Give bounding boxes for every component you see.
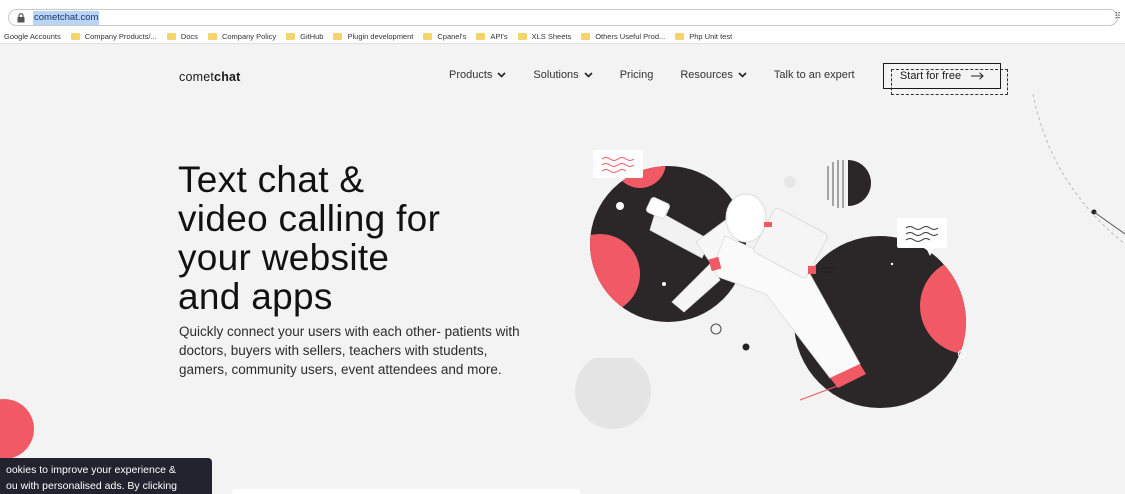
nav-resources[interactable]: Resources [680, 69, 747, 81]
bookmark-item[interactable]: Others Useful Prod... [581, 32, 665, 41]
main-nav: Products Solutions Pricing Resources Tal… [449, 69, 855, 81]
cookie-banner: ookies to improve your experience & ou w… [0, 458, 212, 494]
nav-solutions[interactable]: Solutions [533, 69, 593, 81]
folder-icon [423, 33, 433, 40]
web-page: cometchat Products Solutions Pricing Res… [0, 44, 1125, 494]
decorative-curve [1032, 94, 1125, 245]
decorative-grey-circle [575, 358, 651, 429]
folder-icon [581, 33, 591, 40]
chevron-down-icon [497, 72, 506, 78]
nav-pricing[interactable]: Pricing [620, 69, 654, 81]
lock-icon [17, 13, 25, 23]
bookmarks-bar: Google Accounts Company Products/... Doc… [4, 30, 742, 43]
folder-icon [70, 33, 80, 40]
decorative-red-blob [0, 399, 34, 459]
bookmark-item[interactable]: Php Unit test [675, 32, 732, 41]
bookmark-item[interactable]: Google Accounts [4, 32, 61, 41]
arrow-right-icon [971, 72, 984, 80]
folder-icon [476, 33, 486, 40]
browser-chrome: cometchat.com ⠿ Google Accounts Company … [0, 0, 1125, 44]
bottom-card-edge [232, 489, 580, 494]
address-bar[interactable]: cometchat.com ⠿ [8, 9, 1121, 26]
folder-icon [517, 33, 527, 40]
url-text[interactable]: cometchat.com [33, 11, 100, 25]
bookmark-item[interactable]: Docs [166, 32, 198, 41]
bookmark-item[interactable]: XLS Sheets [517, 32, 571, 41]
bookmark-item[interactable]: GitHub [286, 32, 323, 41]
folder-icon [166, 33, 176, 40]
bookmark-item[interactable]: Cpanel's [423, 32, 466, 41]
nav-products[interactable]: Products [449, 69, 506, 81]
start-for-free-button[interactable]: Start for free [883, 63, 1001, 89]
folder-icon [675, 33, 685, 40]
bookmark-item[interactable]: Company Policy [207, 32, 276, 41]
chevron-down-icon [584, 72, 593, 78]
bookmark-item[interactable]: Company Products/... [70, 32, 157, 41]
folder-icon [207, 33, 217, 40]
chevron-down-icon [738, 72, 747, 78]
hero-headline: Text chat & video calling for your websi… [178, 159, 441, 317]
hero-subtext: Quickly connect your users with each oth… [179, 324, 520, 377]
bookmark-item[interactable]: Plugin development [333, 32, 413, 41]
extension-icon[interactable]: ⠿ [1114, 12, 1121, 22]
folder-icon [333, 33, 343, 40]
nav-talk-to-expert[interactable]: Talk to an expert [774, 69, 855, 81]
bookmark-item[interactable]: API's [476, 32, 508, 41]
cometchat-logo[interactable]: cometchat [179, 70, 241, 84]
folder-icon [286, 33, 296, 40]
